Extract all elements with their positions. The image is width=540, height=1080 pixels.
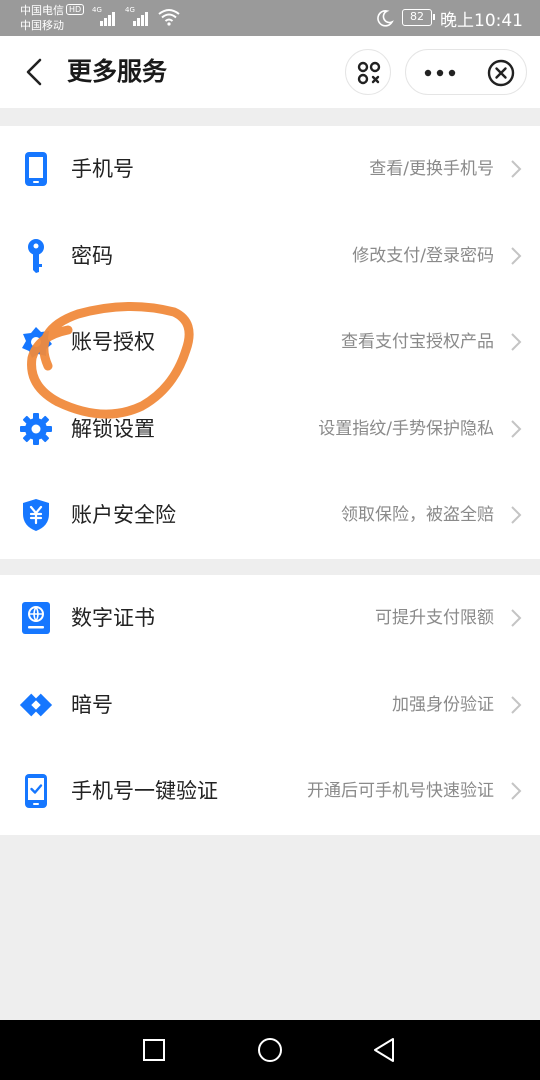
item-description: 查看/更换手机号 <box>369 159 494 179</box>
item-description: 加强身份验证 <box>392 694 494 715</box>
wifi-icon <box>158 9 180 26</box>
item-label: 账户安全险 <box>71 503 176 527</box>
hd-badge: HD <box>66 4 85 15</box>
gear-icon <box>18 411 54 447</box>
signal-2-icon <box>133 10 148 26</box>
list-item-account-authorization[interactable]: 账号授权 查看支付宝授权产品 <box>0 299 540 386</box>
item-label: 手机号一键验证 <box>71 779 218 803</box>
chevron-right-icon <box>511 609 522 627</box>
chevron-right-icon <box>511 160 522 178</box>
chevron-right-icon <box>511 506 522 524</box>
chevron-right-icon <box>511 695 522 714</box>
carrier-1: 中国电信 <box>20 4 64 17</box>
home-button[interactable] <box>254 1034 286 1066</box>
security-settings-list: 手机号 查看/更换手机号 密码 修改支付/登录密码 账号授权 查看支付宝授权产品 <box>0 126 540 559</box>
clock: 晚上10:41 <box>440 11 523 31</box>
more-dots-icon <box>424 69 456 77</box>
chevron-right-icon <box>511 246 522 265</box>
moon-icon <box>377 10 394 27</box>
item-description: 可提升支付限额 <box>375 608 494 628</box>
item-label: 账号授权 <box>71 330 155 354</box>
item-label: 数字证书 <box>71 606 155 630</box>
item-label: 手机号 <box>71 157 134 181</box>
item-label: 密码 <box>71 243 113 268</box>
close-circle-icon <box>487 59 515 87</box>
back-button[interactable] <box>368 1034 400 1066</box>
list-item-account-insurance[interactable]: 账户安全险 领取保险，被盗全赔 <box>0 472 540 559</box>
carrier-info: 中国电信 HD 中国移动 <box>20 3 85 33</box>
verification-list: 数字证书 可提升支付限额 暗号 加强身份验证 手机号一键验证 开通后可手机号快速… <box>0 575 540 835</box>
list-item-unlock-settings[interactable]: 解锁设置 设置指纹/手势保护隐私 <box>0 386 540 473</box>
list-item-password[interactable]: 密码 修改支付/登录密码 <box>0 213 540 300</box>
triangle-back-icon <box>374 1038 394 1062</box>
chevron-left-icon[interactable] <box>20 56 50 88</box>
shield-yuan-icon <box>18 497 54 533</box>
phone-check-icon <box>18 773 54 809</box>
key-icon <box>18 238 54 274</box>
code-diamond-icon <box>18 687 54 723</box>
system-navigation-bar <box>0 1020 540 1080</box>
square-icon <box>143 1039 165 1061</box>
chevron-right-icon <box>511 419 522 438</box>
scan-button[interactable] <box>345 49 391 95</box>
signal-1-icon <box>100 10 115 26</box>
list-item-secret-code[interactable]: 暗号 加强身份验证 <box>0 662 540 749</box>
item-description: 查看支付宝授权产品 <box>341 332 494 352</box>
circle-icon <box>258 1038 282 1062</box>
authorization-icon <box>18 324 54 360</box>
item-label: 解锁设置 <box>71 416 155 441</box>
list-item-digital-certificate[interactable]: 数字证书 可提升支付限额 <box>0 575 540 662</box>
list-item-phone[interactable]: 手机号 查看/更换手机号 <box>0 126 540 213</box>
phone-icon <box>18 151 54 187</box>
close-button[interactable] <box>474 50 528 96</box>
page-title: 更多服务 <box>67 57 168 86</box>
chevron-right-icon <box>511 333 522 351</box>
list-item-phone-one-tap-verify[interactable]: 手机号一键验证 开通后可手机号快速验证 <box>0 748 540 835</box>
chevron-right-icon <box>511 782 522 800</box>
item-description: 领取保险，被盗全赔 <box>341 505 494 525</box>
mini-program-capsule <box>405 49 527 95</box>
recent-apps-button[interactable] <box>138 1034 170 1066</box>
certificate-icon <box>18 600 54 636</box>
carrier-2: 中国移动 <box>20 19 64 32</box>
battery-indicator: 82 <box>402 9 435 26</box>
item-description: 设置指纹/手势保护隐私 <box>318 418 494 439</box>
item-description: 修改支付/登录密码 <box>352 245 494 266</box>
scan-icon <box>357 61 381 85</box>
more-button[interactable] <box>406 50 474 96</box>
item-label: 暗号 <box>71 692 113 717</box>
page-header: 更多服务 <box>0 36 540 108</box>
item-description: 开通后可手机号快速验证 <box>307 781 494 801</box>
status-bar: 中国电信 HD 中国移动 4G 4G 82 晚上10:41 <box>0 0 540 36</box>
